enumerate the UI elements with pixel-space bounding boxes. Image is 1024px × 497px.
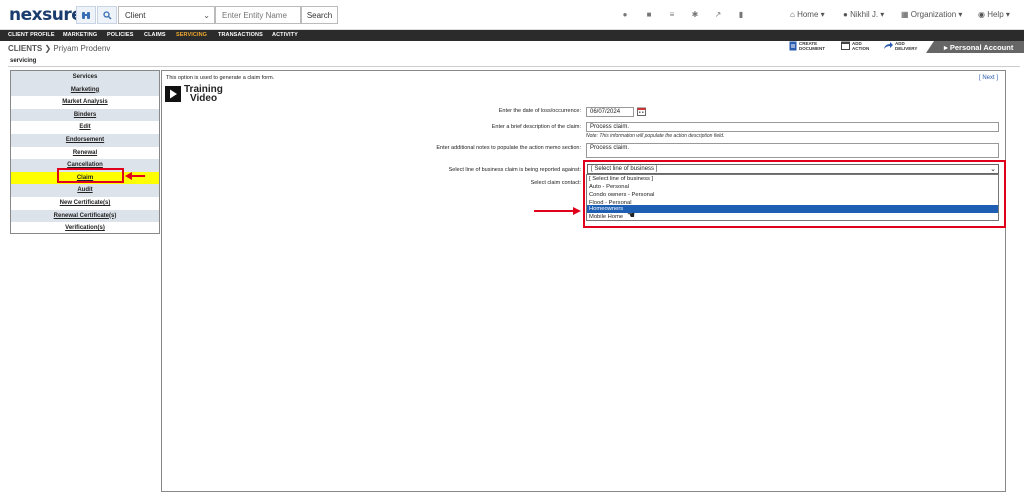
tab-client-profile[interactable]: CLIENT PROFILE — [8, 32, 55, 38]
calendar-icon — [841, 41, 850, 50]
user-menu[interactable]: ● Nikhil J. ▾ — [843, 10, 884, 19]
sidebar-item-renewal-certificates[interactable]: Renewal Certificate(s) — [11, 209, 159, 223]
servicing-subtab[interactable]: servicing — [10, 58, 36, 64]
sidebar-item-market-analysis[interactable]: Market Analysis — [11, 96, 159, 109]
claim-pointer-arrowhead — [125, 172, 132, 180]
search-button[interactable]: Search — [301, 6, 338, 24]
add-delivery-line2: DELIVERY — [895, 46, 918, 51]
tab-activity[interactable]: ACTIVITY — [272, 32, 298, 38]
line-of-business-label: Select line of business claim is being r… — [448, 167, 581, 173]
sidebar-item-edit[interactable]: Edit — [11, 121, 159, 134]
tab-transactions[interactable]: TRANSACTIONS — [218, 32, 263, 38]
claim-form-panel — [161, 70, 1006, 492]
add-action-line2: ACTION — [852, 46, 870, 51]
breadcrumb: CLIENTS ❯ Priyam Prodenv — [8, 44, 110, 53]
sidebar-item-endorsement[interactable]: Endorsement — [11, 134, 159, 147]
asterisk-icon[interactable]: ✱ — [690, 10, 700, 20]
dropdown-highlight-box — [583, 160, 1006, 228]
breadcrumb-separator: ❯ — [44, 44, 52, 53]
homeowners-pointer-arrowhead — [573, 207, 581, 215]
help-label: Help — [987, 10, 1004, 19]
home-label: Home — [797, 10, 819, 19]
user-label: Nikhil J. — [850, 10, 879, 19]
memo-notes-label: Enter additional notes to populate the a… — [436, 145, 581, 151]
description-label: Enter a brief description of the claim: — [491, 124, 581, 130]
next-link[interactable]: [ Next ] — [979, 75, 998, 81]
share-arrow-icon — [884, 42, 893, 49]
create-document-line2: DOCUMENT — [799, 46, 825, 51]
nexsure-logo[interactable]: nexsure — [9, 5, 83, 25]
sidebar-header-services: Services — [11, 71, 159, 84]
personal-account-label: Personal Account — [949, 43, 1014, 52]
breadcrumb-section[interactable]: CLIENTS — [8, 44, 42, 53]
claim-highlight-box — [57, 168, 124, 183]
bookmark-icon[interactable]: ▮ — [736, 10, 746, 20]
main-tab-bar: CLIENT PROFILE MARKETING POLICIES CLAIMS… — [0, 30, 1024, 41]
play-triangle-icon: ▸ — [944, 43, 948, 52]
claim-contact-label: Select claim contact: — [530, 180, 581, 186]
bell-icon[interactable]: ● — [620, 10, 630, 20]
home-menu[interactable]: ⌂ Home ▾ — [790, 10, 825, 19]
magnifier-icon — [102, 10, 111, 19]
top-bar: nexsure Client ⌄ Search ● ■ ≡ ✱ ↗ ▮ ⌂ Ho… — [0, 0, 1024, 30]
client-type-value: Client — [125, 11, 146, 20]
sidebar-item-binders[interactable]: Binders — [11, 108, 159, 122]
sidebar-item-renewal[interactable]: Renewal — [11, 147, 159, 160]
tab-policies[interactable]: POLICIES — [107, 32, 133, 38]
date-of-loss-label: Enter the date of loss/occurrence: — [498, 108, 581, 114]
list-icon[interactable]: ≡ — [667, 10, 677, 20]
create-document-button[interactable]: CREATE DOCUMENT — [789, 41, 825, 51]
tab-servicing[interactable]: SERVICING — [176, 32, 207, 38]
add-delivery-button[interactable]: ADD DELIVERY — [883, 41, 917, 51]
subtab-divider — [8, 66, 1020, 67]
document-icon — [789, 41, 797, 51]
sidebar-item-new-certificates[interactable]: New Certificate(s) — [11, 197, 159, 210]
chat-icon[interactable]: ■ — [644, 10, 654, 20]
intro-text: This option is used to generate a claim … — [166, 75, 275, 81]
homeowners-pointer-arrow — [534, 210, 574, 212]
sidebar-item-audit[interactable]: Audit — [11, 184, 159, 197]
organization-label: Organization — [910, 10, 957, 19]
video-label: Video — [190, 93, 218, 104]
add-action-button[interactable]: ADD ACTION — [841, 41, 869, 51]
entity-name-input[interactable] — [215, 6, 301, 24]
sidebar-item-marketing[interactable]: Marketing — [11, 83, 159, 97]
tab-marketing[interactable]: MARKETING — [63, 32, 97, 38]
organization-menu[interactable]: ▦ Organization ▾ — [901, 10, 962, 19]
memo-notes-textarea[interactable]: Process claim. — [586, 143, 999, 158]
binoculars-button[interactable] — [76, 6, 96, 24]
breadcrumb-row: CLIENTS ❯ Priyam Prodenv — [0, 41, 1024, 56]
sidebar-item-verifications[interactable]: Verification(s) — [11, 222, 159, 235]
play-icon — [165, 86, 181, 102]
services-sidebar: Services Marketing Market Analysis Binde… — [10, 70, 160, 234]
tab-claims[interactable]: CLAIMS — [144, 32, 166, 38]
calendar-picker-icon[interactable] — [637, 107, 646, 116]
breadcrumb-client: Priyam Prodenv — [53, 44, 111, 53]
personal-account-banner[interactable]: ▸ Personal Account — [926, 41, 1024, 53]
training-video-button[interactable]: Training Video — [165, 85, 223, 104]
external-link-icon[interactable]: ↗ — [713, 10, 723, 20]
search-mode-button[interactable] — [97, 6, 117, 24]
chevron-down-icon: ⌄ — [203, 11, 210, 20]
help-menu[interactable]: ◉ Help ▾ — [978, 10, 1010, 19]
binoculars-icon — [82, 11, 90, 19]
client-type-select[interactable]: Client ⌄ — [118, 6, 215, 24]
description-note: Note: This information will populate the… — [586, 133, 725, 139]
date-of-loss-input[interactable]: 06/07/2024 — [586, 107, 634, 117]
description-input[interactable]: Process claim. — [586, 122, 999, 132]
claim-pointer-arrow — [131, 175, 145, 177]
